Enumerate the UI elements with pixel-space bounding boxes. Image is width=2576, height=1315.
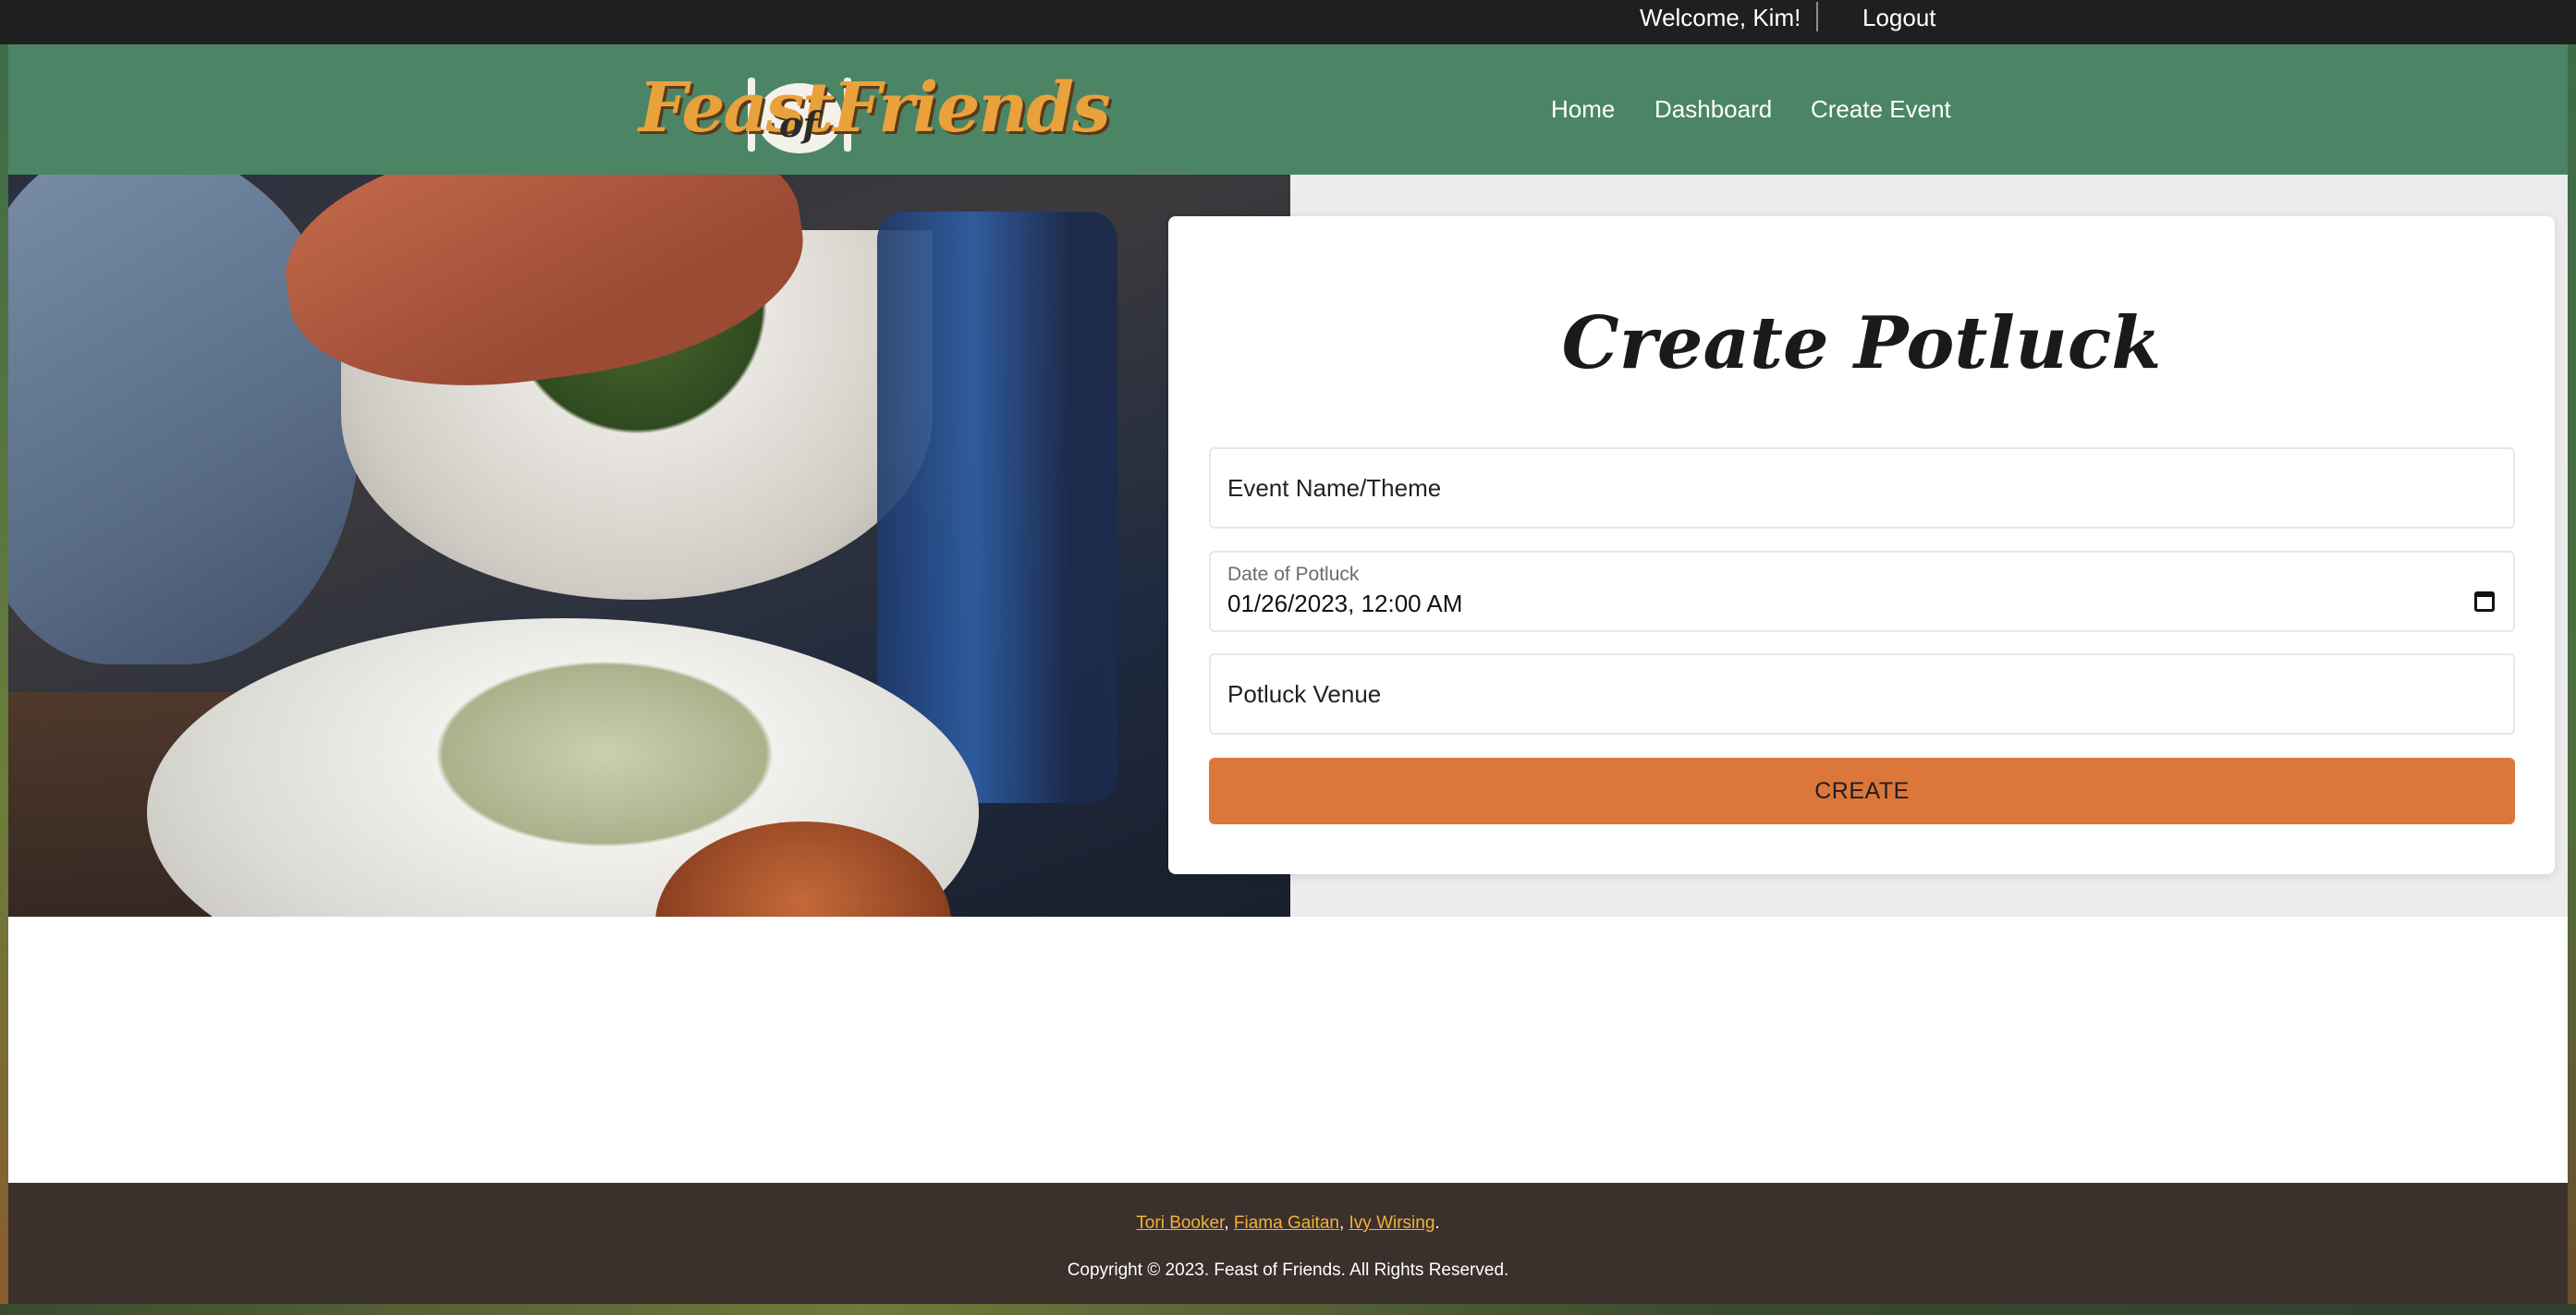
copyright-text: Copyright © 2023. Feast of Friends. All …	[1067, 1260, 1509, 1280]
welcome-message: Welcome, Kim!	[1640, 4, 1801, 31]
create-button[interactable]: CREATE	[1209, 758, 2515, 824]
desktop-background-bottom	[0, 1304, 2576, 1315]
nav-home[interactable]: Home	[1551, 44, 1615, 175]
event-name-field[interactable]: Event Name/Theme	[1209, 447, 2515, 529]
venue-placeholder: Potluck Venue	[1227, 680, 1382, 708]
site-header: Feast of Friends Home Dashboard Create E…	[8, 44, 2568, 175]
create-potluck-card: Create Potluck Event Name/Theme Date of …	[1168, 216, 2555, 874]
calendar-icon[interactable]	[2474, 591, 2495, 612]
browser-page: Welcome, Kim! Logout Feast of Friends Ho…	[8, 0, 2568, 1304]
potluck-venue-field[interactable]: Potluck Venue	[1209, 653, 2515, 735]
logout-link[interactable]: Logout	[1862, 0, 1936, 35]
desktop-background-left	[0, 0, 8, 1315]
logo-word-of: of	[779, 103, 818, 145]
author-link-ivy-wirsing[interactable]: Ivy Wirsing	[1349, 1213, 1435, 1233]
author-link-fiama-gaitan[interactable]: Fiama Gaitan	[1234, 1213, 1339, 1233]
nav-create-event[interactable]: Create Event	[1811, 44, 1951, 175]
credits-separator: ,	[1338, 1213, 1349, 1233]
author-link-tori-booker[interactable]: Tori Booker	[1136, 1213, 1224, 1233]
feast-of-friends-logo[interactable]: Feast of Friends	[639, 63, 1111, 155]
date-value: 01/26/2023, 12:00 AM	[1227, 590, 1463, 617]
form-title: Create Potluck	[1561, 301, 2162, 385]
credits-separator: ,	[1224, 1213, 1234, 1233]
date-label: Date of Potluck	[1227, 564, 1360, 585]
top-bar: Welcome, Kim! Logout	[8, 0, 2568, 44]
nav-dashboard[interactable]: Dashboard	[1654, 44, 1772, 175]
event-name-placeholder: Event Name/Theme	[1227, 474, 1442, 502]
potluck-food-photo	[8, 175, 1290, 917]
site-footer: Tori Booker, Fiama Gaitan, Ivy Wirsing. …	[8, 1183, 2568, 1304]
desktop-background-right	[2568, 0, 2576, 1315]
topbar-divider	[1816, 2, 1818, 31]
credits-end: .	[1435, 1213, 1440, 1233]
date-of-potluck-field[interactable]: Date of Potluck 01/26/2023, 12:00 AM	[1209, 551, 2515, 632]
logo-word-friends: Friends	[833, 68, 1111, 148]
hero-section: Create Potluck Event Name/Theme Date of …	[8, 175, 2568, 917]
author-credits: Tori Booker, Fiama Gaitan, Ivy Wirsing.	[8, 1213, 2568, 1234]
